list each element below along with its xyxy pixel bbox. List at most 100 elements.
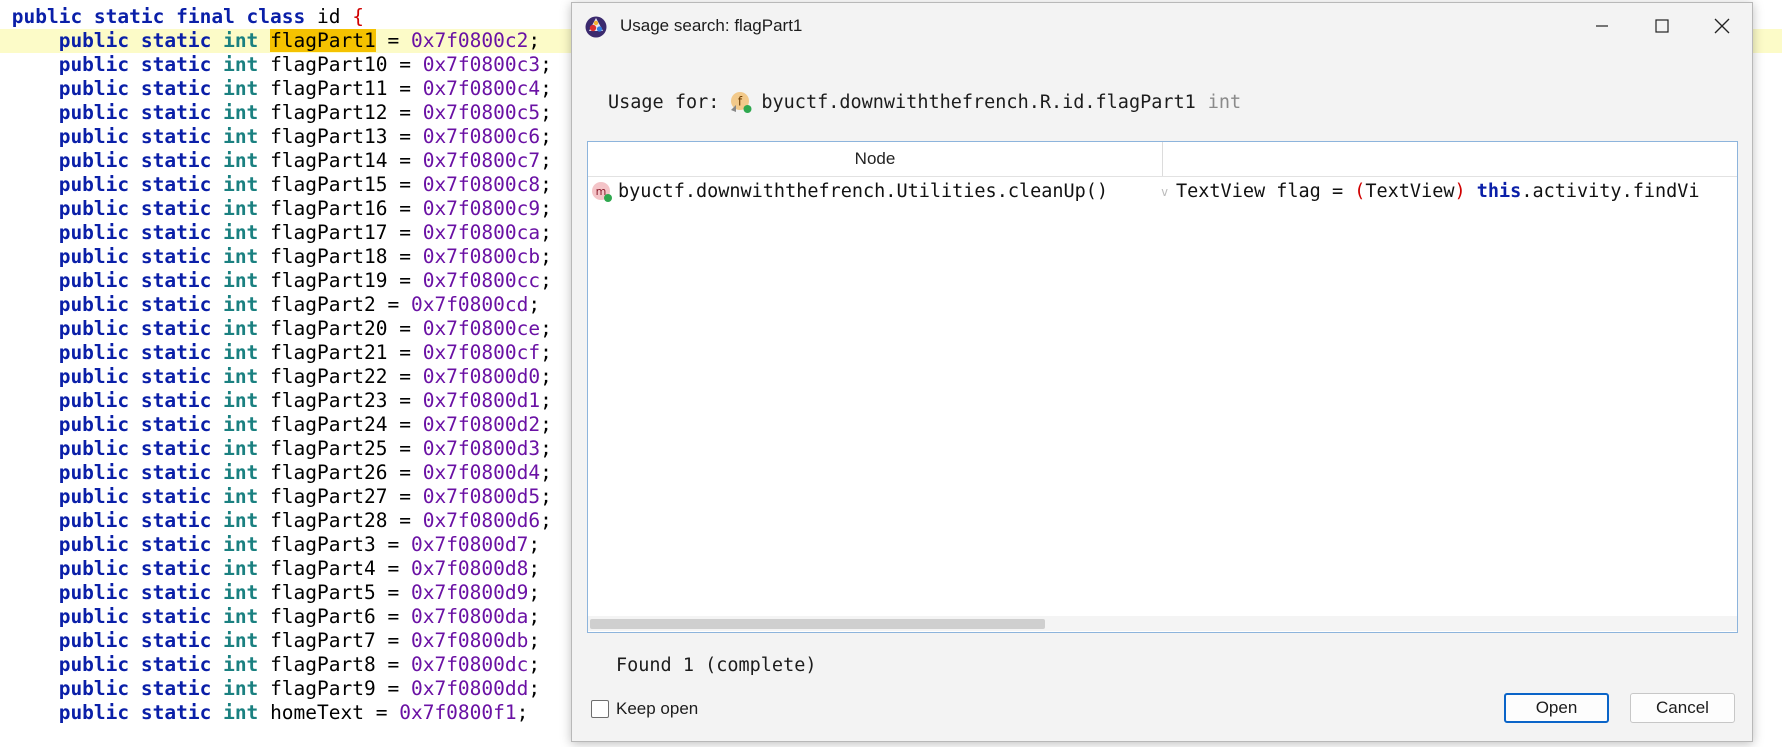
field-value: 0x7f0800d7: [410, 533, 529, 556]
table-row[interactable]: m byuctf.downwiththefrench.Utilities.cle…: [588, 178, 1737, 206]
field-name[interactable]: flagPart10: [270, 53, 387, 76]
field-name[interactable]: flagPart22: [270, 365, 387, 388]
field-icon: f: [731, 92, 752, 113]
field-value: 0x7f0800c2: [410, 29, 529, 52]
code-this-keyword: this: [1476, 181, 1522, 202]
usage-search-dialog: Usage search: flagPart1 Usage for: f byu…: [571, 2, 1753, 742]
field-name[interactable]: flagPart18: [270, 245, 387, 268]
field-type: int: [223, 557, 259, 580]
code-type: TextView: [1176, 181, 1266, 202]
field-value: 0x7f0800c3: [422, 53, 541, 76]
usage-target-type: int: [1207, 91, 1242, 113]
field-type: int: [223, 413, 259, 436]
field-modifiers: public static: [58, 629, 212, 652]
field-name[interactable]: flagPart3: [270, 533, 376, 556]
minimize-icon: [1596, 25, 1608, 27]
field-modifiers: public static: [58, 221, 212, 244]
keep-open-checkbox[interactable]: Keep open: [591, 699, 698, 719]
field-name[interactable]: flagPart9: [270, 677, 376, 700]
keep-open-label[interactable]: Keep open: [616, 699, 698, 719]
field-name[interactable]: flagPart19: [270, 269, 387, 292]
field-modifiers: public static: [58, 269, 212, 292]
field-name[interactable]: flagPart23: [270, 389, 387, 412]
horizontal-scrollbar[interactable]: [588, 616, 1737, 631]
field-type: int: [223, 197, 259, 220]
field-name[interactable]: flagPart26: [270, 461, 387, 484]
field-name[interactable]: flagPart8: [270, 653, 376, 676]
minimize-button[interactable]: [1572, 3, 1632, 49]
field-type: int: [223, 77, 259, 100]
field-name[interactable]: flagPart4: [270, 557, 376, 580]
field-modifiers: public static: [58, 173, 212, 196]
field-name[interactable]: flagPart25: [270, 437, 387, 460]
field-type: int: [223, 533, 259, 556]
close-button[interactable]: [1692, 3, 1752, 49]
field-name[interactable]: flagPart6: [270, 605, 376, 628]
field-modifiers: public static: [58, 341, 212, 364]
code-open-paren: (: [1354, 181, 1366, 202]
field-modifiers: public static: [58, 293, 212, 316]
field-name[interactable]: flagPart13: [270, 125, 387, 148]
field-value: 0x7f0800d1: [422, 389, 541, 412]
column-header-node[interactable]: Node: [588, 142, 1163, 176]
field-type: int: [223, 437, 259, 460]
maximize-icon: [1655, 19, 1669, 33]
field-type: int: [223, 509, 259, 532]
field-value: 0x7f0800c8: [422, 173, 541, 196]
field-value: 0x7f0800ce: [422, 317, 541, 340]
field-value: 0x7f0800cb: [422, 245, 541, 268]
scrollbar-thumb[interactable]: [590, 619, 1045, 629]
field-type: int: [223, 461, 259, 484]
field-value: 0x7f0800d5: [422, 485, 541, 508]
field-name[interactable]: flagPart15: [270, 173, 387, 196]
field-value: 0x7f0800c9: [422, 197, 541, 220]
field-value: 0x7f0800dc: [410, 653, 529, 676]
field-name[interactable]: flagPart24: [270, 413, 387, 436]
field-name[interactable]: flagPart16: [270, 197, 387, 220]
row-code-snippet: TextView flag = (TextView) this.activity…: [1176, 178, 1736, 206]
field-type: int: [223, 293, 259, 316]
open-button[interactable]: Open: [1504, 693, 1609, 723]
field-value: 0x7f0800f1: [399, 701, 517, 724]
code-cast-type: TextView: [1365, 181, 1455, 202]
field-value: 0x7f0800dd: [410, 677, 529, 700]
field-value: 0x7f0800d8: [410, 557, 529, 580]
field-modifiers: public static: [58, 149, 212, 172]
field-name[interactable]: flagPart2: [270, 293, 376, 316]
field-value: 0x7f0800cd: [410, 293, 529, 316]
field-type: int: [223, 389, 259, 412]
field-name[interactable]: flagPart7: [270, 629, 376, 652]
field-name[interactable]: homeText: [270, 701, 364, 724]
field-type: int: [223, 485, 259, 508]
field-modifiers: public static: [58, 677, 212, 700]
field-name[interactable]: flagPart11: [270, 77, 387, 100]
field-type: int: [223, 53, 259, 76]
field-modifiers: public static: [58, 509, 212, 532]
cancel-button[interactable]: Cancel: [1630, 693, 1735, 723]
field-name[interactable]: flagPart28: [270, 509, 387, 532]
field-name[interactable]: flagPart1: [270, 29, 376, 52]
field-type: int: [223, 245, 259, 268]
field-name[interactable]: flagPart27: [270, 485, 387, 508]
dialog-titlebar[interactable]: Usage search: flagPart1: [572, 3, 1752, 49]
field-name[interactable]: flagPart14: [270, 149, 387, 172]
checkbox-box[interactable]: [591, 700, 609, 718]
maximize-button[interactable]: [1632, 3, 1692, 49]
field-name[interactable]: flagPart21: [270, 341, 387, 364]
field-name[interactable]: flagPart17: [270, 221, 387, 244]
usage-for-label: Usage for:: [608, 91, 720, 113]
field-value: 0x7f0800ca: [422, 221, 541, 244]
code-close-paren: ): [1454, 181, 1466, 202]
field-type: int: [223, 125, 259, 148]
method-icon: m: [592, 182, 612, 202]
field-name[interactable]: flagPart20: [270, 317, 387, 340]
field-value: 0x7f0800d4: [422, 461, 541, 484]
field-modifiers: public static: [58, 101, 212, 124]
field-modifiers: public static: [58, 485, 212, 508]
field-type: int: [223, 149, 259, 172]
field-name[interactable]: flagPart5: [270, 581, 376, 604]
field-type: int: [223, 365, 259, 388]
usage-results-table[interactable]: Node m byuctf.downwiththefrench.Utilitie…: [587, 141, 1738, 633]
field-type: int: [223, 29, 259, 52]
field-name[interactable]: flagPart12: [270, 101, 387, 124]
